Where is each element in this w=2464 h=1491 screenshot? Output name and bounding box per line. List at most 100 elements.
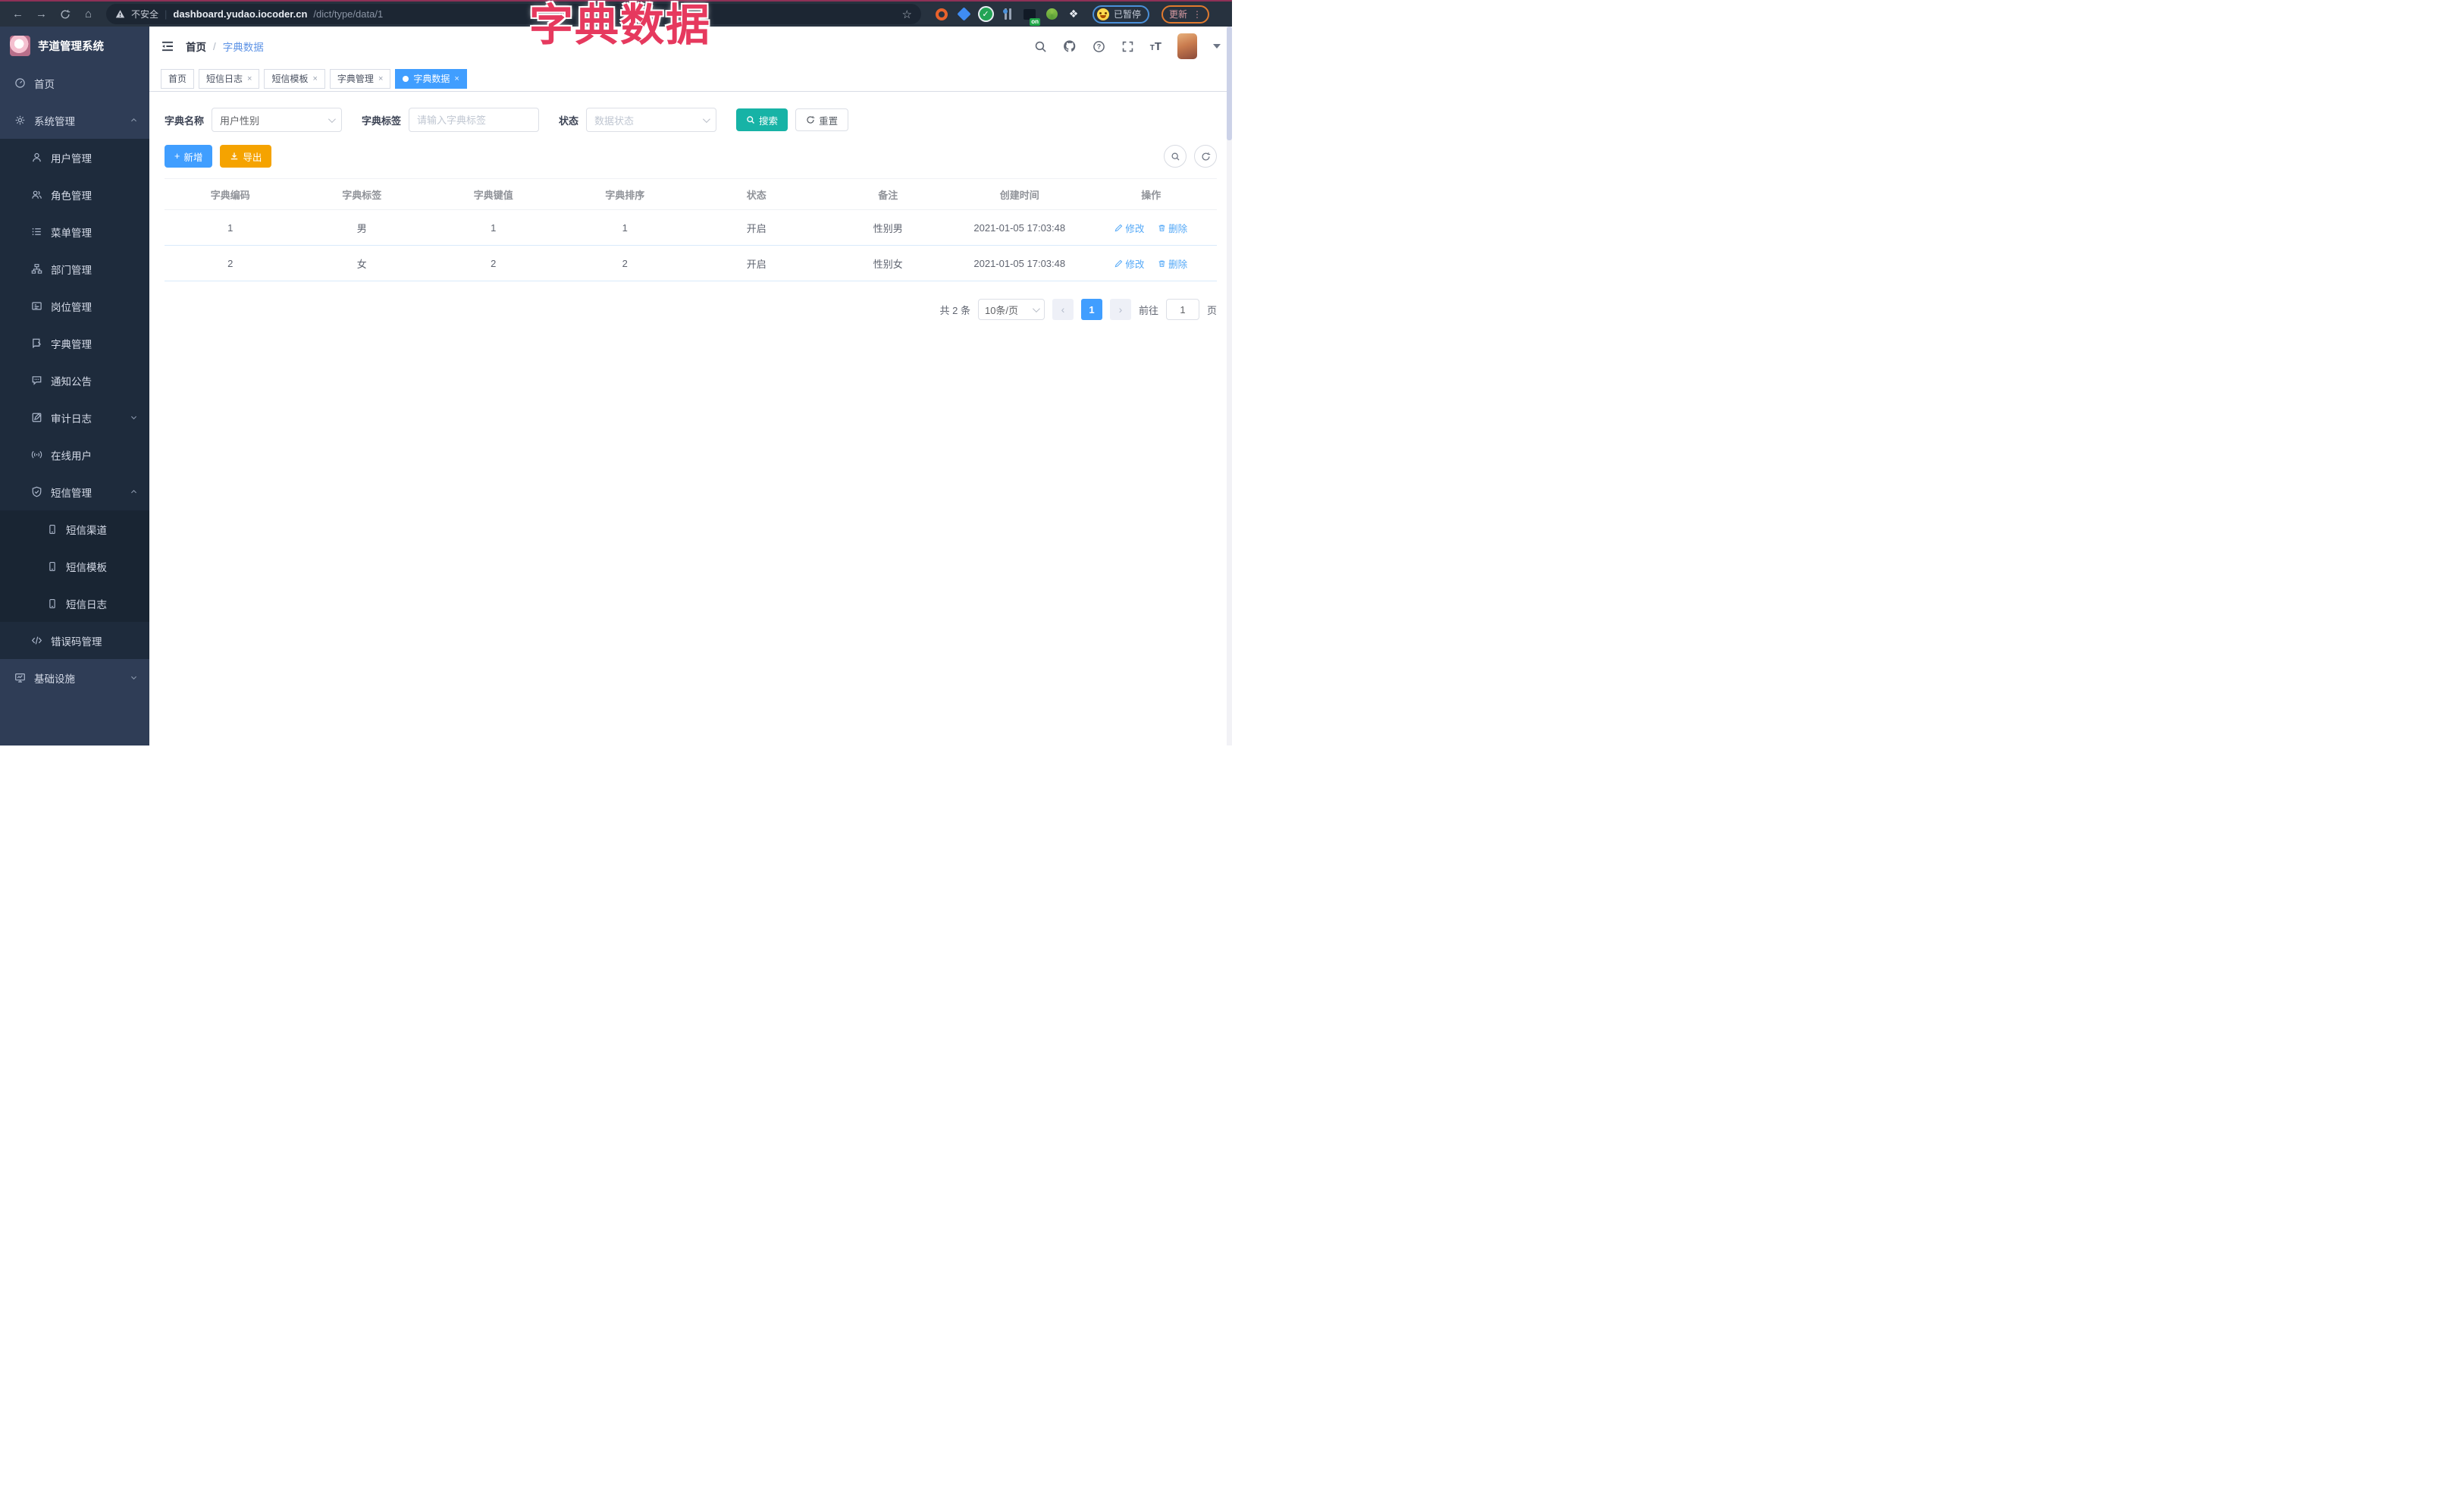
font-size-icon[interactable]: TT bbox=[1150, 40, 1161, 53]
status-select[interactable]: 数据状态 bbox=[586, 108, 717, 132]
reload-icon[interactable] bbox=[55, 5, 75, 24]
address-bar[interactable]: 不安全 | dashboard.yudao.iocoder.cn /dict/t… bbox=[106, 4, 921, 24]
sidebar-item-sms-log[interactable]: 短信日志 bbox=[0, 585, 149, 622]
forward-icon[interactable]: → bbox=[31, 5, 52, 24]
table-cell: 2 bbox=[428, 245, 560, 281]
breadcrumb-home[interactable]: 首页 bbox=[186, 39, 206, 54]
avatar[interactable] bbox=[1177, 33, 1197, 59]
extension-adblock-icon[interactable] bbox=[935, 8, 948, 21]
help-icon[interactable]: ? bbox=[1092, 40, 1105, 53]
reset-button-label: 重置 bbox=[819, 115, 839, 127]
id-card-icon bbox=[31, 300, 42, 312]
extensions-puzzle-icon[interactable]: ❖ bbox=[1067, 8, 1080, 21]
search-icon[interactable] bbox=[1034, 40, 1047, 53]
extension-check-icon[interactable]: ✓ bbox=[979, 8, 992, 21]
scrollbar-thumb[interactable] bbox=[1227, 27, 1232, 140]
close-icon[interactable]: × bbox=[312, 74, 317, 83]
tab-sms-template[interactable]: 短信模板 × bbox=[264, 68, 325, 89]
extension-switch-icon[interactable]: on bbox=[1023, 8, 1040, 26]
sidebar-item-infrastructure[interactable]: 基础设施 bbox=[0, 659, 149, 696]
sidebar-item-menu-management[interactable]: 菜单管理 bbox=[0, 213, 149, 250]
refresh-table-button[interactable] bbox=[1194, 145, 1217, 168]
dict-data-table: 字典编码 字典标签 字典键值 字典排序 状态 备注 创建时间 操作 1 男 1 bbox=[165, 178, 1217, 281]
system-submenu: 用户管理 角色管理 菜单管理 部门管理 岗位管理 字典管理 通知公告 审计日志 … bbox=[0, 139, 149, 659]
next-page-button[interactable]: › bbox=[1109, 299, 1131, 320]
browser-menu-icon[interactable]: ⋮ bbox=[1193, 9, 1202, 20]
sidebar-logo[interactable]: 芋道管理系统 bbox=[0, 27, 149, 64]
tab-dict-data[interactable]: 字典数据 × bbox=[395, 68, 467, 89]
fullscreen-icon[interactable] bbox=[1121, 40, 1134, 53]
emoji-avatar-icon bbox=[1097, 8, 1109, 20]
sidebar-item-home[interactable]: 首页 bbox=[0, 64, 149, 102]
prev-page-button[interactable]: ‹ bbox=[1052, 299, 1074, 320]
dict-name-value: 用户性别 bbox=[220, 115, 260, 127]
sidebar-item-label: 首页 bbox=[34, 78, 55, 90]
page-size-select[interactable]: 10条/页 bbox=[977, 299, 1045, 320]
main-area: 首页 / 字典数据 ? TT 首页 短信日志 × 短信模板 × 字典管理 × 字… bbox=[149, 27, 1232, 746]
back-icon[interactable]: ← bbox=[8, 5, 28, 24]
sidebar-item-label: 用户管理 bbox=[51, 152, 92, 165]
tab-dict-management[interactable]: 字典管理 × bbox=[329, 68, 391, 89]
extension-gem-icon[interactable] bbox=[956, 7, 971, 21]
scrollbar[interactable] bbox=[1227, 27, 1232, 746]
refresh-icon bbox=[1202, 152, 1210, 161]
reset-button[interactable]: 重置 bbox=[795, 108, 849, 131]
add-button[interactable]: + 新增 bbox=[165, 145, 213, 168]
delete-link[interactable]: 删除 bbox=[1158, 221, 1187, 235]
github-icon[interactable] bbox=[1063, 39, 1077, 53]
sidebar-toggle-icon[interactable] bbox=[161, 39, 174, 53]
tab-sms-log[interactable]: 短信日志 × bbox=[199, 68, 260, 89]
security-label: 不安全 bbox=[131, 9, 159, 20]
caret-down-icon[interactable] bbox=[1213, 44, 1221, 49]
sidebar-item-notice[interactable]: 通知公告 bbox=[0, 362, 149, 399]
menu-list-icon bbox=[31, 226, 42, 237]
dict-label-input[interactable] bbox=[417, 114, 531, 126]
bookmark-star-icon[interactable]: ☆ bbox=[902, 8, 912, 21]
edit-link[interactable]: 修改 bbox=[1114, 221, 1144, 235]
search-button[interactable]: 搜索 bbox=[736, 108, 788, 131]
edit-link-label: 修改 bbox=[1125, 223, 1145, 234]
home-icon[interactable]: ⌂ bbox=[78, 5, 99, 24]
dict-name-select[interactable]: 用户性别 bbox=[212, 108, 343, 132]
sidebar-item-user-management[interactable]: 用户管理 bbox=[0, 139, 149, 176]
sidebar-item-dept-management[interactable]: 部门管理 bbox=[0, 250, 149, 287]
close-icon[interactable]: × bbox=[378, 74, 383, 83]
goto-page-input[interactable] bbox=[1165, 299, 1199, 320]
url-divider: | bbox=[165, 8, 168, 20]
sidebar-item-sms-template[interactable]: 短信模板 bbox=[0, 548, 149, 585]
close-icon[interactable]: × bbox=[247, 74, 252, 83]
extension-sliders-icon[interactable] bbox=[1001, 8, 1014, 21]
sidebar-item-audit-log[interactable]: 审计日志 bbox=[0, 399, 149, 436]
sidebar-item-post-management[interactable]: 岗位管理 bbox=[0, 287, 149, 325]
breadcrumb-separator: / bbox=[213, 40, 216, 52]
sidebar-item-role-management[interactable]: 角色管理 bbox=[0, 176, 149, 213]
pagination: 共 2 条 10条/页 ‹ 1 › 前往 页 bbox=[165, 299, 1217, 320]
sidebar-item-system-management[interactable]: 系统管理 bbox=[0, 102, 149, 139]
sidebar-item-sms-channel[interactable]: 短信渠道 bbox=[0, 510, 149, 548]
trash-icon bbox=[1158, 260, 1165, 267]
dict-label-label: 字典标签 bbox=[362, 115, 402, 127]
plus-icon: + bbox=[174, 151, 180, 162]
table-cell-actions: 修改 删除 bbox=[1085, 209, 1217, 246]
close-icon[interactable]: × bbox=[454, 74, 459, 83]
code-icon bbox=[31, 635, 42, 646]
tab-home[interactable]: 首页 bbox=[161, 68, 195, 89]
edit-link[interactable]: 修改 bbox=[1114, 256, 1144, 271]
tab-label: 短信日志 bbox=[206, 74, 243, 84]
sidebar-item-online-users[interactable]: 在线用户 bbox=[0, 436, 149, 473]
sidebar-item-sms-management[interactable]: 短信管理 bbox=[0, 473, 149, 510]
browser-update-button[interactable]: 更新 ⋮ bbox=[1161, 5, 1210, 24]
recorder-paused-pill[interactable]: 已暂停 bbox=[1092, 5, 1150, 24]
export-button[interactable]: 导出 bbox=[220, 145, 272, 168]
chevron-down-icon bbox=[1032, 304, 1040, 312]
app-title: 芋道管理系统 bbox=[38, 40, 104, 53]
page-number-1[interactable]: 1 bbox=[1080, 299, 1102, 320]
delete-link[interactable]: 删除 bbox=[1158, 256, 1187, 271]
download-icon bbox=[231, 152, 238, 160]
sidebar-item-label: 基础设施 bbox=[34, 673, 75, 685]
sidebar-item-dict-management[interactable]: 字典管理 bbox=[0, 325, 149, 362]
sidebar-item-error-code-management[interactable]: 错误码管理 bbox=[0, 622, 149, 659]
extension-leaf-icon[interactable] bbox=[1045, 8, 1058, 21]
toggle-search-button[interactable] bbox=[1164, 145, 1187, 168]
table-header-row: 字典编码 字典标签 字典键值 字典排序 状态 备注 创建时间 操作 bbox=[165, 178, 1217, 210]
